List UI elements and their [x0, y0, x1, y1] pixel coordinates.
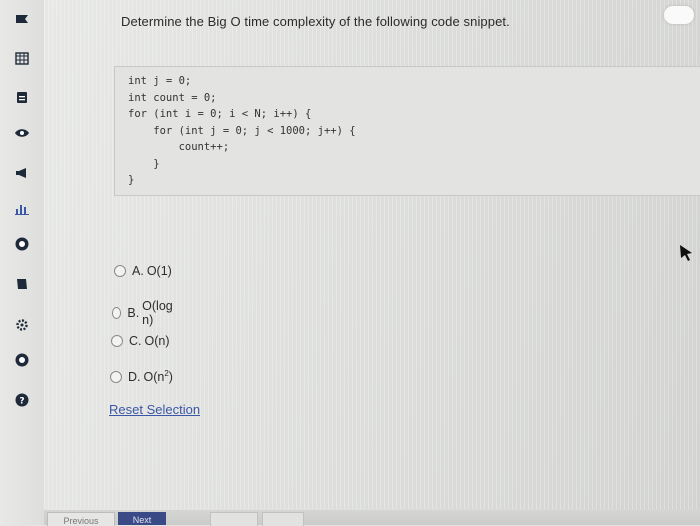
option-letter: C. — [129, 334, 142, 348]
option-b[interactable]: B. O(log n) — [112, 299, 175, 327]
previous-button[interactable]: Previous — [47, 512, 115, 526]
nav-button[interactable] — [210, 512, 258, 526]
next-button[interactable]: Next — [118, 512, 166, 525]
clipboard-icon[interactable] — [14, 89, 30, 105]
code-line: count++; — [128, 141, 230, 153]
radio-button[interactable] — [112, 307, 122, 319]
help-circle-icon[interactable] — [14, 352, 30, 368]
code-line: } — [128, 174, 135, 186]
eye-icon[interactable] — [14, 125, 30, 141]
svg-text:?: ? — [19, 397, 24, 407]
option-d[interactable]: D. O(n2) — [110, 369, 173, 384]
option-label: O(1) — [146, 264, 172, 278]
notebook-icon[interactable] — [14, 276, 30, 292]
megaphone-icon[interactable] — [14, 165, 30, 181]
code-line: for (int i = 0; i < N; i++) { — [128, 108, 312, 120]
option-letter: D. — [128, 369, 141, 384]
toggle-switch[interactable] — [664, 6, 694, 24]
reset-selection-link[interactable]: Reset Selection — [109, 402, 200, 417]
code-line: int count = 0; — [128, 91, 217, 104]
code-line: int j = 0; — [128, 75, 192, 87]
radio-button[interactable] — [110, 370, 122, 383]
radio-button[interactable] — [114, 265, 126, 277]
option-label: O(log n) — [142, 299, 173, 327]
code-snippet-box: int j = 0; int count = 0; for (int i = 0… — [114, 66, 700, 196]
left-sidebar: ? — [0, 0, 44, 525]
code-line: } — [128, 157, 160, 170]
code-line: for (int j = 0; j < 1000; j++) { — [128, 124, 356, 137]
bar-chart-icon[interactable] — [14, 200, 30, 216]
inbox-icon[interactable] — [14, 11, 30, 27]
gear-icon[interactable] — [14, 317, 30, 333]
option-letter: A. — [132, 264, 144, 278]
question-icon[interactable]: ? — [14, 392, 30, 408]
screen: ? Determine the Big O time complexity of… — [0, 0, 700, 526]
option-label: O(n2) — [143, 369, 173, 385]
question-text: Determine the Big O time complexity of t… — [121, 14, 510, 29]
option-c[interactable]: C. O(n) — [111, 334, 170, 348]
option-a[interactable]: A. O(1) — [114, 264, 172, 278]
option-letter: B. — [127, 306, 140, 320]
radio-button[interactable] — [111, 335, 123, 347]
option-label: O(n) — [144, 334, 170, 348]
code-snippet: int j = 0; int count = 0; for (int i = 0… — [128, 73, 356, 189]
nav-button[interactable] — [262, 512, 304, 526]
mouse-cursor-icon — [680, 245, 692, 261]
help-circle-icon[interactable] — [14, 236, 30, 252]
calendar-icon[interactable] — [14, 50, 30, 66]
